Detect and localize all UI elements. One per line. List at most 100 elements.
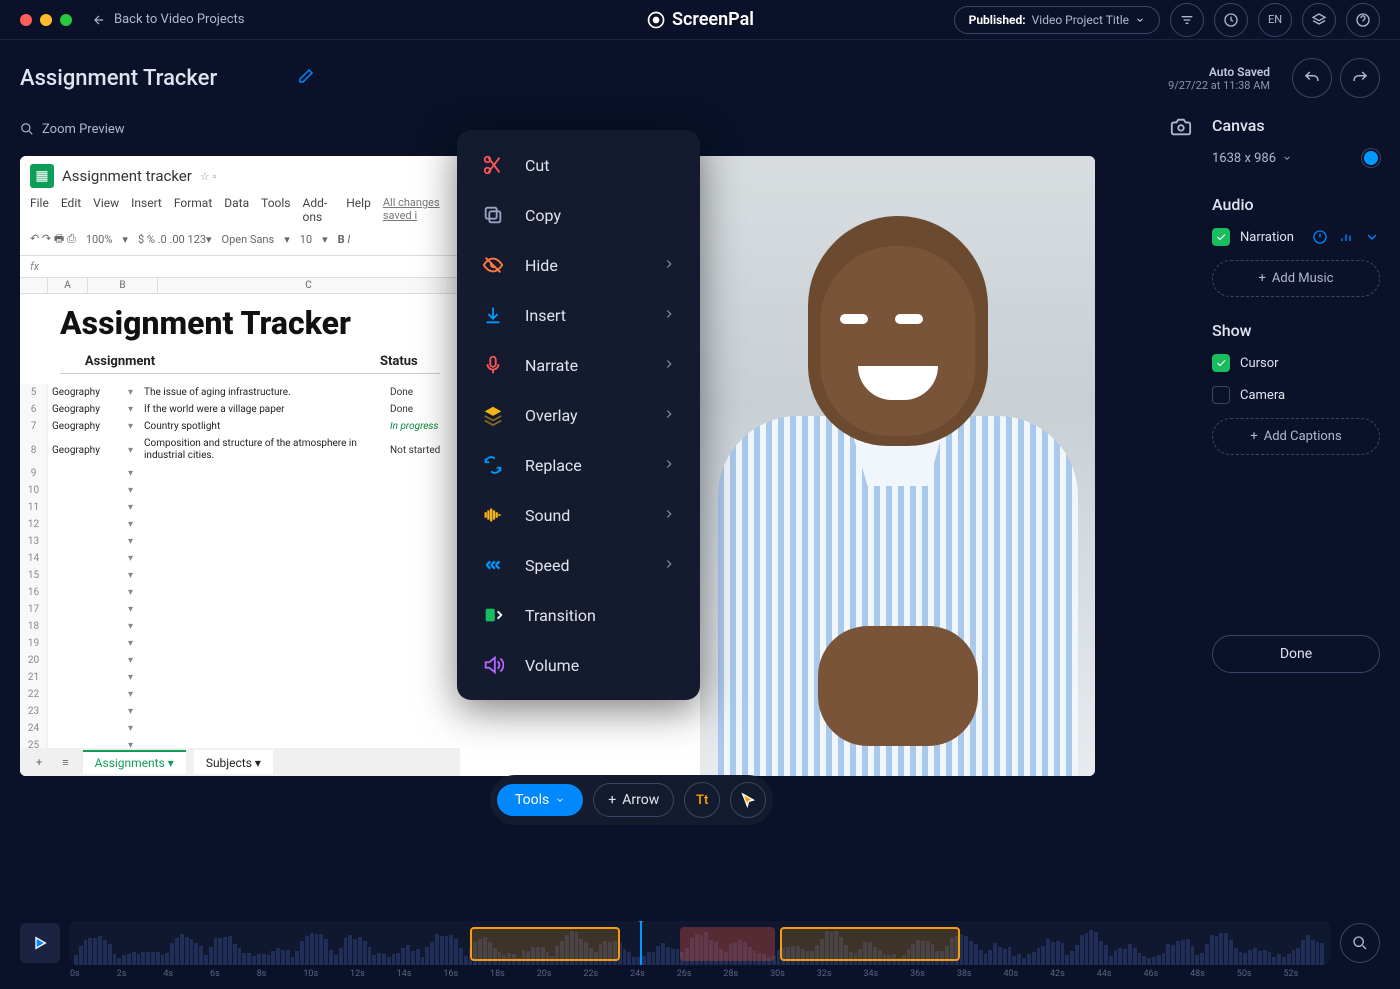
play-button[interactable] xyxy=(20,923,60,963)
insert-icon xyxy=(481,303,505,327)
redo-button[interactable] xyxy=(1340,58,1380,98)
history-icon[interactable] xyxy=(1214,3,1248,37)
add-captions-button[interactable]: +Add Captions xyxy=(1212,418,1380,455)
sheet-empty-row: 17▾ xyxy=(20,601,460,618)
sound-icon xyxy=(481,503,505,527)
sheet-menu-item[interactable]: Insert xyxy=(131,196,162,224)
hide-icon xyxy=(481,253,505,277)
published-dropdown[interactable]: Published: Video Project Title xyxy=(954,6,1160,34)
timeline-track[interactable] xyxy=(70,921,1330,965)
tool-transition[interactable]: Transition xyxy=(457,590,700,640)
tab-subjects[interactable]: Subjects ▾ xyxy=(194,750,273,774)
tab-assignments[interactable]: Assignments ▾ xyxy=(83,750,186,774)
sheet-menu-item[interactable]: File xyxy=(30,196,49,224)
tool-sound[interactable]: Sound xyxy=(457,490,700,540)
sheet-empty-row: 20▾ xyxy=(20,652,460,669)
sheet-menu-icon[interactable]: ≡ xyxy=(56,756,74,769)
minimize-window[interactable] xyxy=(40,14,52,26)
overlay-icon xyxy=(481,403,505,427)
chevron-right-icon xyxy=(662,456,676,475)
narration-levels-icon[interactable] xyxy=(1338,229,1354,245)
canvas-size-dropdown[interactable]: 1638 x 986 xyxy=(1212,151,1292,166)
tools-button[interactable]: Tools xyxy=(497,784,583,816)
timeline-search-icon[interactable] xyxy=(1340,923,1380,963)
transition-icon xyxy=(481,603,505,627)
chevron-right-icon xyxy=(662,506,676,525)
language-button[interactable]: EN xyxy=(1258,3,1292,37)
chevron-right-icon xyxy=(662,306,676,325)
timeline-selection-2[interactable] xyxy=(780,927,960,961)
sheet-menu-item[interactable]: Format xyxy=(174,196,212,224)
properties-panel: Canvas 1638 x 986 Audio Narration +Add M… xyxy=(1212,116,1380,776)
help-icon[interactable] xyxy=(1346,3,1380,37)
layers-icon[interactable] xyxy=(1302,3,1336,37)
tool-hide[interactable]: Hide xyxy=(457,240,700,290)
edit-title-icon[interactable] xyxy=(297,67,315,89)
screenshot-icon[interactable] xyxy=(1170,116,1192,142)
timeline-section: 0s2s4s6s8s10s12s14s16s18s20s22s24s26s28s… xyxy=(0,909,1400,989)
sheet-empty-row: 22▾ xyxy=(20,686,460,703)
tool-speed[interactable]: Speed xyxy=(457,540,700,590)
tool-copy[interactable]: Copy xyxy=(457,190,700,240)
sheet-data-row: 8Geography▾Composition and structure of … xyxy=(20,435,460,465)
narration-checkbox[interactable] xyxy=(1212,228,1230,246)
title-row: Assignment Tracker Auto Saved 9/27/22 at… xyxy=(0,40,1400,116)
add-sheet[interactable]: + xyxy=(30,756,48,769)
add-music-button[interactable]: +Add Music xyxy=(1212,260,1380,297)
canvas-heading: Canvas xyxy=(1212,116,1380,135)
narration-dropdown-icon[interactable] xyxy=(1364,229,1380,245)
tool-cut[interactable]: Cut xyxy=(457,140,700,190)
project-title: Assignment Tracker xyxy=(20,66,217,91)
cursor-checkbox[interactable] xyxy=(1212,354,1230,372)
tool-overlay[interactable]: Overlay xyxy=(457,390,700,440)
autosave-status: Auto Saved 9/27/22 at 11:38 AM xyxy=(1168,65,1270,92)
timeline-selection-1[interactable] xyxy=(470,927,620,961)
topbar: Back to Video Projects ScreenPal Publish… xyxy=(0,0,1400,40)
sheets-icon: ▦ xyxy=(30,164,54,188)
sheet-menu-item[interactable]: Tools xyxy=(261,196,290,224)
narration-alert-icon[interactable] xyxy=(1312,229,1328,245)
camera-checkbox[interactable] xyxy=(1212,386,1230,404)
text-tool-button[interactable]: Tt xyxy=(684,782,720,818)
arrow-button[interactable]: +Arrow xyxy=(593,783,674,817)
tool-insert[interactable]: Insert xyxy=(457,290,700,340)
sheet-empty-row: 11▾ xyxy=(20,499,460,516)
sheet-menu-item[interactable]: Help xyxy=(346,196,371,224)
cursor-tool-button[interactable] xyxy=(730,782,766,818)
sheet-empty-row: 16▾ xyxy=(20,584,460,601)
zoom-label[interactable]: Zoom Preview xyxy=(42,122,125,137)
narration-label: Narration xyxy=(1240,230,1294,245)
playhead[interactable] xyxy=(640,921,642,965)
window-controls xyxy=(20,14,72,26)
close-window[interactable] xyxy=(20,14,32,26)
sheet-data-row: 6Geography▾If the world were a village p… xyxy=(20,401,460,418)
sheet-empty-row: 12▾ xyxy=(20,516,460,533)
timeline-region-overlay[interactable] xyxy=(680,927,775,961)
spreadsheet-recording: ▦ Assignment tracker ☆ ▫ FileEditViewIns… xyxy=(20,156,460,776)
tool-replace[interactable]: Replace xyxy=(457,440,700,490)
webcam-overlay xyxy=(700,156,1095,776)
sheet-empty-row: 10▾ xyxy=(20,482,460,499)
chevron-right-icon xyxy=(662,556,676,575)
sheet-menu-item[interactable]: Add-ons xyxy=(303,196,335,224)
bottom-toolbar: Tools +Arrow Tt xyxy=(490,775,773,825)
sheet-menu-item[interactable]: Edit xyxy=(61,196,81,224)
done-button[interactable]: Done xyxy=(1212,635,1380,673)
undo-button[interactable] xyxy=(1292,58,1332,98)
filter-icon[interactable] xyxy=(1170,3,1204,37)
volume-icon xyxy=(481,653,505,677)
zoom-icon xyxy=(20,122,34,136)
sheet-empty-row: 14▾ xyxy=(20,550,460,567)
tool-narrate[interactable]: Narrate xyxy=(457,340,700,390)
back-button[interactable]: Back to Video Projects xyxy=(92,12,245,27)
copy-icon xyxy=(481,203,505,227)
sheet-menu-item[interactable]: View xyxy=(93,196,119,224)
sheet-empty-row: 18▾ xyxy=(20,618,460,635)
maximize-window[interactable] xyxy=(60,14,72,26)
chevron-right-icon xyxy=(662,406,676,425)
sheet-menu-item[interactable]: Data xyxy=(224,196,249,224)
chevron-right-icon xyxy=(662,256,676,275)
canvas-color-swatch[interactable] xyxy=(1362,149,1380,167)
tool-volume[interactable]: Volume xyxy=(457,640,700,690)
replace-icon xyxy=(481,453,505,477)
